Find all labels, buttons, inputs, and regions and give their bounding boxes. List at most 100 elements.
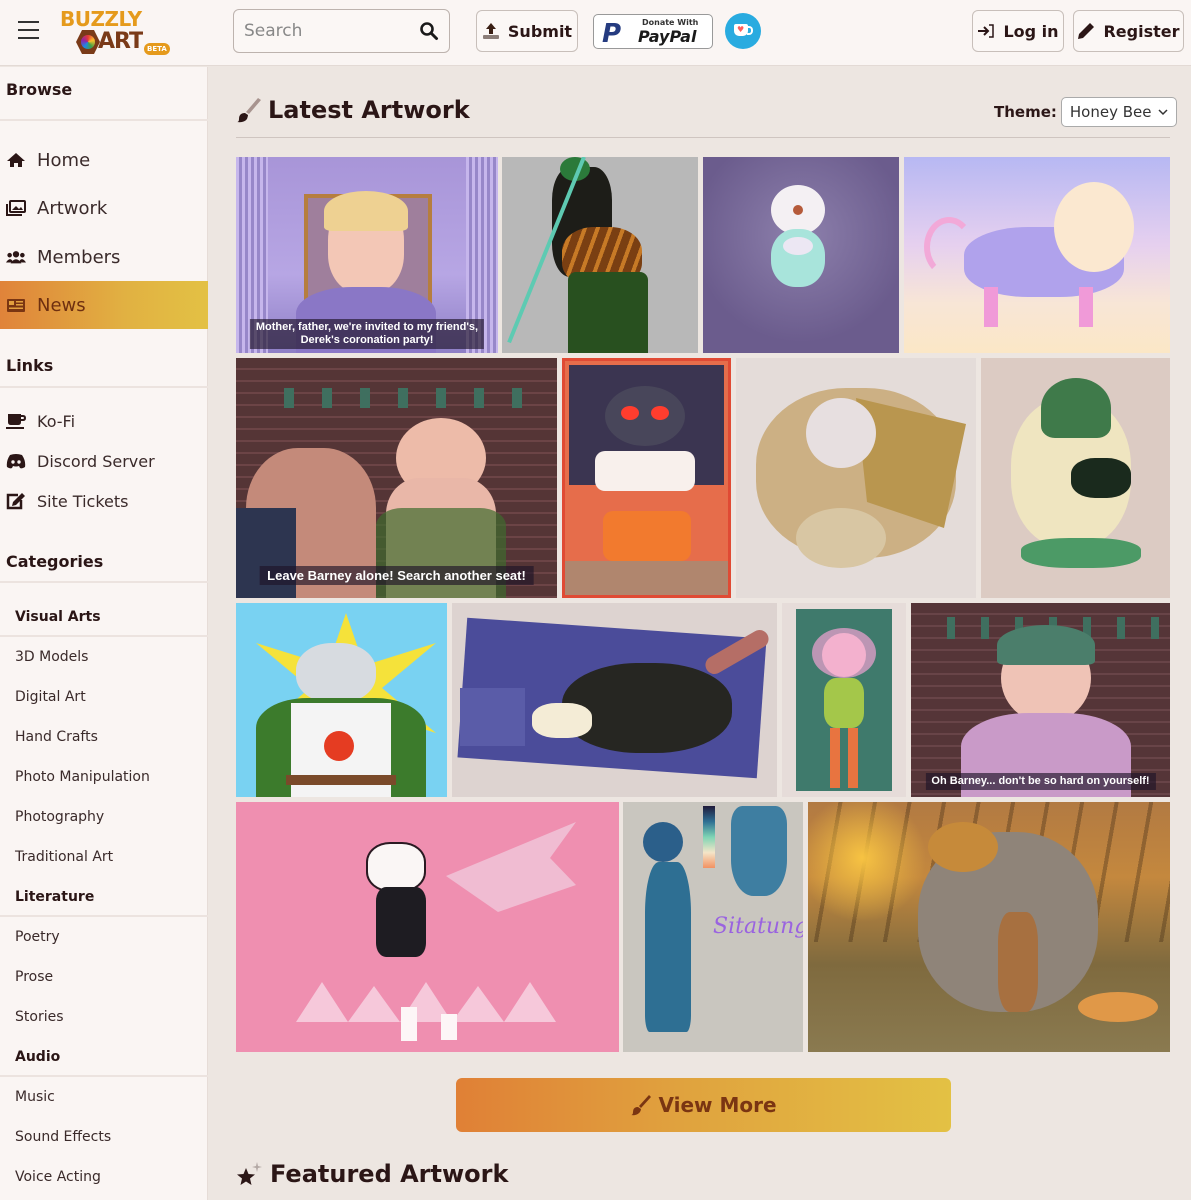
latest-artwork-title: Latest Artwork: [268, 96, 470, 124]
view-more-label: View More: [658, 1093, 777, 1117]
divider: [236, 137, 1170, 138]
sidebar-link-discord[interactable]: Discord Server: [0, 443, 208, 479]
artwork-thumbnail[interactable]: [703, 157, 899, 353]
category-item[interactable]: Music: [15, 1089, 55, 1105]
artwork-thumbnail[interactable]: Mother, father, we're invited to my frie…: [236, 157, 498, 353]
categories-heading: Categories: [6, 552, 104, 571]
category-item[interactable]: Voice Acting: [15, 1169, 101, 1185]
pencil-icon: [1078, 23, 1095, 39]
artwork-thumbnail[interactable]: [808, 802, 1170, 1052]
category-literature[interactable]: Literature: [15, 889, 94, 905]
theme-select[interactable]: Honey Bee: [1060, 97, 1177, 127]
site-logo[interactable]: BUZZLY ART BETA: [58, 7, 170, 57]
category-item[interactable]: Sound Effects: [15, 1129, 111, 1145]
chevron-down-icon: [1158, 109, 1168, 116]
sidebar: Browse Home Artwork Members News Links K…: [0, 67, 208, 1200]
sidebar-link-label: Site Tickets: [37, 491, 129, 511]
artwork-thumbnail[interactable]: Leave Barney alone! Search another seat!: [236, 358, 557, 598]
links-heading: Links: [6, 356, 54, 375]
artwork-thumbnail[interactable]: [236, 603, 447, 797]
logo-hexagon-icon: [76, 30, 100, 54]
home-icon: [6, 151, 26, 169]
login-button[interactable]: Log in: [972, 10, 1064, 52]
paypal-brand-text: PayPal: [638, 27, 697, 46]
artwork-thumbnail[interactable]: Sitatunga: [623, 802, 803, 1052]
users-icon: [6, 248, 26, 266]
top-navbar: BUZZLY ART BETA Submit P Donate With Pay…: [0, 0, 1191, 66]
paintbrush-icon: [631, 1095, 652, 1116]
sidebar-link-label: Discord Server: [37, 451, 155, 471]
category-item[interactable]: Photography: [15, 809, 104, 825]
category-visual-arts[interactable]: Visual Arts: [15, 609, 101, 625]
sidebar-item-label: Home: [37, 149, 91, 171]
sign-in-icon: [978, 24, 995, 38]
artwork-caption: Leave Barney alone! Search another seat!: [259, 566, 534, 585]
upload-icon: [482, 23, 499, 39]
discord-icon: [6, 452, 26, 470]
sidebar-item-artwork[interactable]: Artwork: [0, 184, 208, 232]
search-icon[interactable]: [419, 21, 439, 41]
category-item[interactable]: Hand Crafts: [15, 729, 98, 745]
artwork-thumbnail[interactable]: [502, 157, 698, 353]
sidebar-item-home[interactable]: Home: [0, 136, 208, 184]
artwork-thumbnail[interactable]: [904, 157, 1170, 353]
artwork-thumbnail[interactable]: Oh Barney... don't be so hard on yoursel…: [911, 603, 1170, 797]
divider: [0, 915, 208, 917]
submit-label: Submit: [507, 21, 573, 41]
divider: [0, 386, 208, 388]
sidebar-item-members[interactable]: Members: [0, 233, 208, 281]
coffee-icon: [6, 412, 26, 430]
paintbrush-icon: [237, 98, 261, 123]
divider: [0, 635, 208, 637]
submit-button[interactable]: Submit: [476, 10, 578, 52]
beta-badge: BETA: [144, 43, 170, 55]
artwork-thumbnail[interactable]: [562, 358, 731, 598]
paypal-donate-button[interactable]: P Donate With PayPal: [593, 14, 713, 49]
register-button[interactable]: Register: [1073, 10, 1184, 52]
browse-heading: Browse: [6, 80, 73, 99]
artwork-caption: Oh Barney... don't be so hard on yoursel…: [925, 773, 1156, 790]
category-item[interactable]: Digital Art: [15, 689, 86, 705]
artwork-thumbnail[interactable]: [736, 358, 976, 598]
featured-artwork-heading: Featured Artwork: [236, 1160, 508, 1188]
category-item[interactable]: Stories: [15, 1009, 64, 1025]
edit-icon: [6, 492, 26, 510]
theme-label: Theme:: [994, 103, 1057, 121]
sidebar-link-site-tickets[interactable]: Site Tickets: [0, 483, 208, 519]
register-label: Register: [1103, 21, 1180, 41]
artwork-caption: Sitatunga: [713, 914, 803, 939]
category-item[interactable]: Poetry: [15, 929, 60, 945]
search-input[interactable]: [244, 10, 414, 52]
kofi-cup-icon[interactable]: ♥: [725, 13, 761, 49]
sidebar-item-label: Artwork: [37, 197, 108, 219]
star-sparkle-icon: [237, 1162, 262, 1185]
view-more-button[interactable]: View More: [456, 1078, 951, 1132]
artwork-thumbnail[interactable]: [452, 603, 777, 797]
sidebar-link-label: Ko-Fi: [37, 411, 76, 431]
hamburger-menu-icon[interactable]: [18, 21, 39, 39]
sidebar-item-news[interactable]: News: [0, 281, 208, 329]
divider: [0, 581, 208, 583]
category-item[interactable]: Photo Manipulation: [15, 769, 150, 785]
divider: [0, 119, 208, 121]
category-item[interactable]: 3D Models: [15, 649, 88, 665]
divider: [0, 1075, 208, 1077]
theme-select-value: Honey Bee: [1069, 103, 1152, 121]
login-label: Log in: [1003, 21, 1059, 41]
artwork-thumbnail[interactable]: [782, 603, 906, 797]
search-box: [233, 9, 450, 53]
sidebar-link-kofi[interactable]: Ko-Fi: [0, 403, 208, 439]
category-audio[interactable]: Audio: [15, 1049, 60, 1065]
artwork-caption: Mother, father, we're invited to my frie…: [249, 319, 485, 349]
paypal-donate-text: Donate With: [642, 18, 699, 27]
category-item[interactable]: Traditional Art: [15, 849, 113, 865]
artwork-thumbnail[interactable]: [236, 802, 619, 1052]
paypal-logo-icon: P: [602, 19, 622, 49]
category-item[interactable]: Prose: [15, 969, 53, 985]
sidebar-item-label: Members: [37, 246, 121, 268]
sidebar-item-label: News: [37, 294, 86, 316]
images-icon: [6, 199, 26, 217]
artwork-thumbnail[interactable]: [981, 358, 1170, 598]
logo-text-bottom: ART: [98, 29, 143, 54]
latest-artwork-heading: Latest Artwork: [236, 96, 470, 124]
